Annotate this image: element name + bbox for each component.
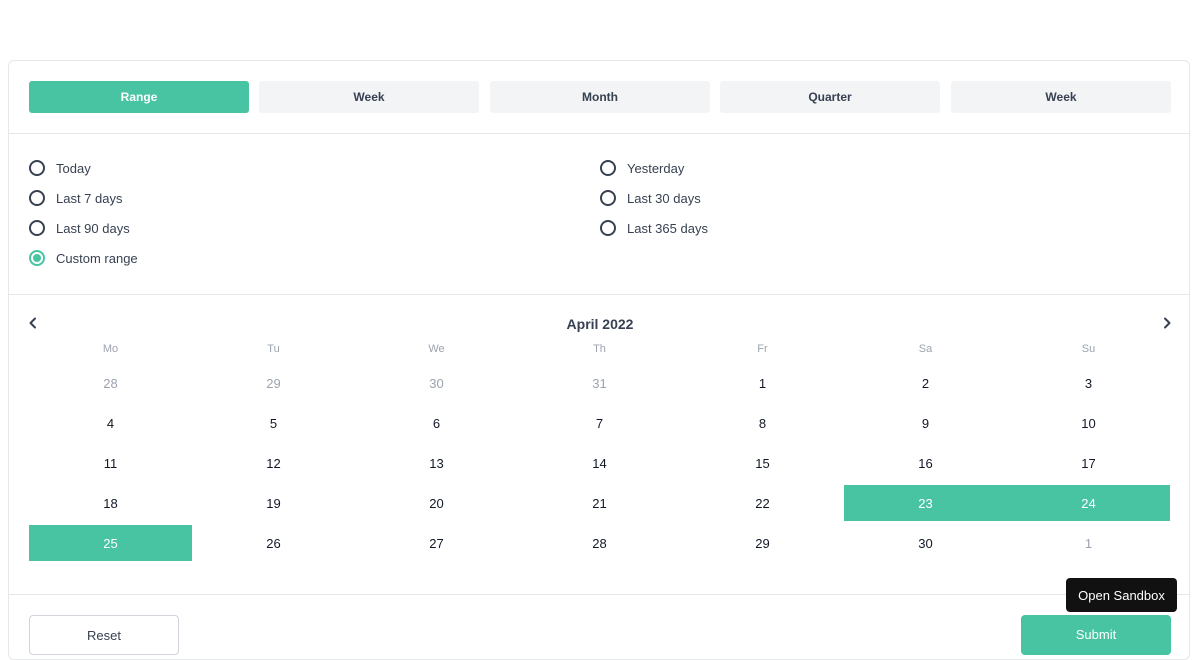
divider bbox=[9, 594, 1189, 595]
calendar-day[interactable]: 29 bbox=[681, 525, 844, 561]
calendar-day[interactable]: 29 bbox=[192, 365, 355, 401]
calendar-day[interactable]: 4 bbox=[29, 405, 192, 441]
preset-yesterday[interactable]: Yesterday bbox=[600, 158, 684, 178]
radio-dot bbox=[33, 254, 41, 262]
divider bbox=[9, 133, 1189, 134]
tab-range[interactable]: Range bbox=[29, 81, 249, 113]
calendar-day[interactable]: 10 bbox=[1007, 405, 1170, 441]
weekday-label: Th bbox=[593, 343, 606, 355]
chevron-right-icon bbox=[1164, 317, 1171, 329]
weekday-label: Mo bbox=[102, 343, 119, 355]
weekday-label: Sa bbox=[918, 343, 933, 355]
weekday-label: Su bbox=[1081, 343, 1096, 355]
calendar-day[interactable]: 2 bbox=[844, 365, 1007, 401]
calendar-day[interactable]: 15 bbox=[681, 445, 844, 481]
open-sandbox-button[interactable]: Open Sandbox bbox=[1066, 578, 1177, 612]
next-month-button[interactable] bbox=[1157, 313, 1177, 333]
period-tabs: Range Week Month Quarter Week bbox=[29, 81, 1171, 113]
calendar-day[interactable]: 5 bbox=[192, 405, 355, 441]
calendar-day[interactable]: 18 bbox=[29, 485, 192, 521]
calendar-day[interactable]: 31 bbox=[518, 365, 681, 401]
preset-label: Last 90 days bbox=[56, 220, 130, 236]
weekday-label: Tu bbox=[267, 343, 280, 355]
preset-today[interactable]: Today bbox=[29, 158, 91, 178]
preset-label: Today bbox=[56, 160, 91, 176]
calendar-day[interactable]: 28 bbox=[518, 525, 681, 561]
calendar-day[interactable]: 9 bbox=[844, 405, 1007, 441]
preset-label: Last 365 days bbox=[627, 220, 708, 236]
radio-button[interactable] bbox=[600, 220, 616, 236]
calendar-day[interactable]: 20 bbox=[355, 485, 518, 521]
date-picker-card: Range Week Month Quarter Week Today Last… bbox=[8, 60, 1190, 660]
calendar-day[interactable]: 17 bbox=[1007, 445, 1170, 481]
tab-month[interactable]: Month bbox=[490, 81, 710, 113]
preset-custom-range[interactable]: Custom range bbox=[29, 248, 138, 268]
weekday-label: We bbox=[428, 343, 445, 355]
tab-quarter[interactable]: Quarter bbox=[720, 81, 940, 113]
preset-last-90-days[interactable]: Last 90 days bbox=[29, 218, 130, 238]
reset-button[interactable]: Reset bbox=[29, 615, 179, 655]
preset-last-365-days[interactable]: Last 365 days bbox=[600, 218, 708, 238]
radio-button[interactable] bbox=[600, 160, 616, 176]
calendar-month-title: April 2022 bbox=[566, 316, 634, 332]
calendar-day[interactable]: 19 bbox=[192, 485, 355, 521]
preset-last-7-days[interactable]: Last 7 days bbox=[29, 188, 123, 208]
calendar-day[interactable]: 8 bbox=[681, 405, 844, 441]
preset-label: Last 7 days bbox=[56, 190, 123, 206]
calendar-day[interactable]: 12 bbox=[192, 445, 355, 481]
radio-button[interactable] bbox=[29, 220, 45, 236]
calendar-day[interactable]: 26 bbox=[192, 525, 355, 561]
preset-last-30-days[interactable]: Last 30 days bbox=[600, 188, 701, 208]
tab-week[interactable]: Week bbox=[259, 81, 479, 113]
preset-label: Custom range bbox=[56, 250, 138, 266]
calendar-day[interactable]: 13 bbox=[355, 445, 518, 481]
calendar-day[interactable]: 7 bbox=[518, 405, 681, 441]
tab-week-2[interactable]: Week bbox=[951, 81, 1171, 113]
calendar-day[interactable]: 11 bbox=[29, 445, 192, 481]
weekday-label: Fr bbox=[757, 343, 768, 355]
submit-button[interactable]: Submit bbox=[1021, 615, 1171, 655]
calendar-day-selected[interactable]: 25 bbox=[29, 525, 192, 561]
divider bbox=[9, 294, 1189, 295]
calendar-day[interactable]: 27 bbox=[355, 525, 518, 561]
calendar-day[interactable]: 30 bbox=[355, 365, 518, 401]
calendar-day[interactable]: 21 bbox=[518, 485, 681, 521]
calendar-day[interactable]: 30 bbox=[844, 525, 1007, 561]
radio-button[interactable] bbox=[600, 190, 616, 206]
calendar-day[interactable]: 22 bbox=[681, 485, 844, 521]
calendar-day[interactable]: 14 bbox=[518, 445, 681, 481]
radio-button[interactable] bbox=[29, 160, 45, 176]
radio-button[interactable] bbox=[29, 190, 45, 206]
preset-label: Last 30 days bbox=[627, 190, 701, 206]
calendar-day[interactable]: 6 bbox=[355, 405, 518, 441]
radio-button-checked[interactable] bbox=[29, 250, 45, 266]
calendar-day-selected[interactable]: 23 bbox=[844, 485, 1007, 521]
calendar-day-selected[interactable]: 24 bbox=[1007, 485, 1170, 521]
calendar-day[interactable]: 1 bbox=[1007, 525, 1170, 561]
calendar-day[interactable]: 28 bbox=[29, 365, 192, 401]
preset-label: Yesterday bbox=[627, 160, 685, 176]
calendar-day[interactable]: 3 bbox=[1007, 365, 1170, 401]
calendar-day[interactable]: 1 bbox=[681, 365, 844, 401]
calendar-day[interactable]: 16 bbox=[844, 445, 1007, 481]
